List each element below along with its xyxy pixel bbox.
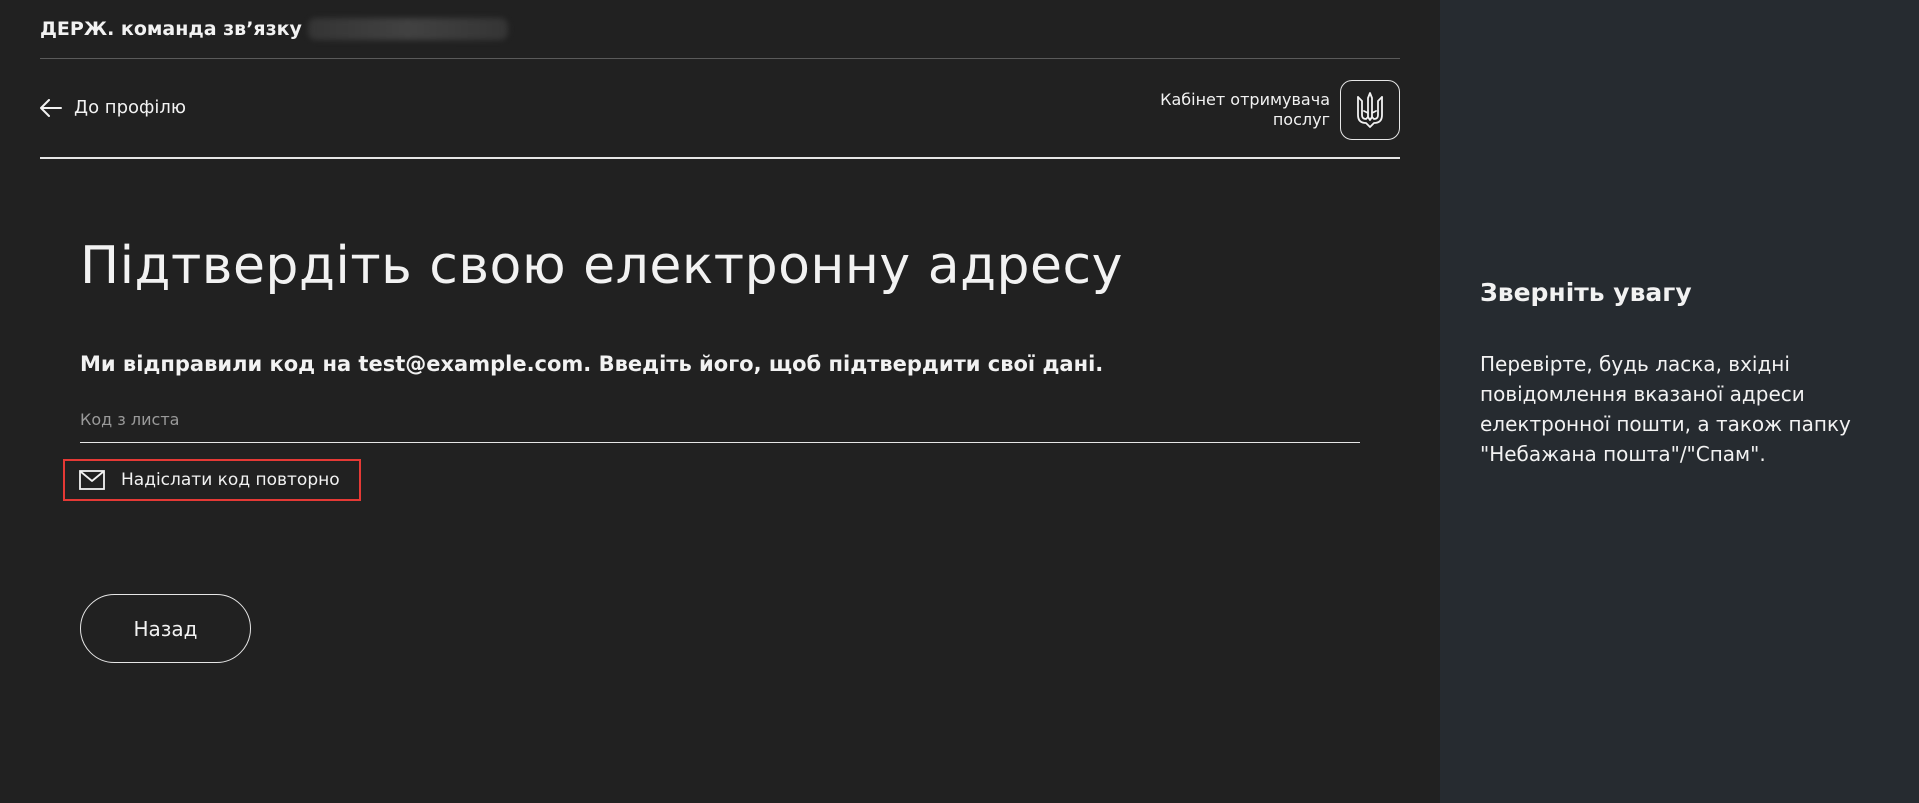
back-button[interactable]: Назад [80, 594, 251, 663]
top-strip: ДЕРЖ. команда зв’язку [40, 0, 1400, 59]
mail-icon [79, 470, 105, 490]
trident-glyph [1357, 92, 1383, 128]
org-name: ДЕРЖ. команда зв’язку [40, 18, 508, 40]
resend-code-label: Надіслати код повторно [121, 470, 340, 490]
main-area: ДЕРЖ. команда зв’язку До профілю Кабінет… [0, 0, 1440, 803]
cabinet-block: Кабінет отримувача послуг [1140, 80, 1400, 140]
page-subtitle: Ми відправили код на test@example.com. В… [80, 352, 1104, 376]
back-to-profile-label: До профілю [74, 97, 187, 118]
resend-code-button[interactable]: Надіслати код повторно [63, 459, 361, 501]
page-title: Підтвердіть свою електронну адресу [80, 236, 1123, 296]
back-to-profile-link[interactable]: До профілю [40, 97, 186, 118]
page: ДЕРЖ. команда зв’язку До профілю Кабінет… [0, 0, 1919, 803]
notice-title: Зверніть увагу [1480, 278, 1692, 307]
org-name-text: ДЕРЖ. команда зв’язку [40, 18, 302, 40]
notice-text: Перевірте, будь ласка, вхідні повідомлен… [1480, 352, 1851, 466]
arrow-left-icon [40, 98, 62, 117]
email-code-input[interactable] [80, 405, 1360, 442]
header-bar: До профілю Кабінет отримувача послуг [40, 60, 1400, 159]
trident-emblem-icon[interactable] [1340, 80, 1400, 140]
code-field [80, 405, 1360, 443]
blurred-org-detail [307, 18, 508, 40]
notice-sidebar: Зверніть увагу Перевірте, будь ласка, вх… [1440, 0, 1919, 803]
cabinet-label: Кабінет отримувача послуг [1160, 90, 1330, 129]
